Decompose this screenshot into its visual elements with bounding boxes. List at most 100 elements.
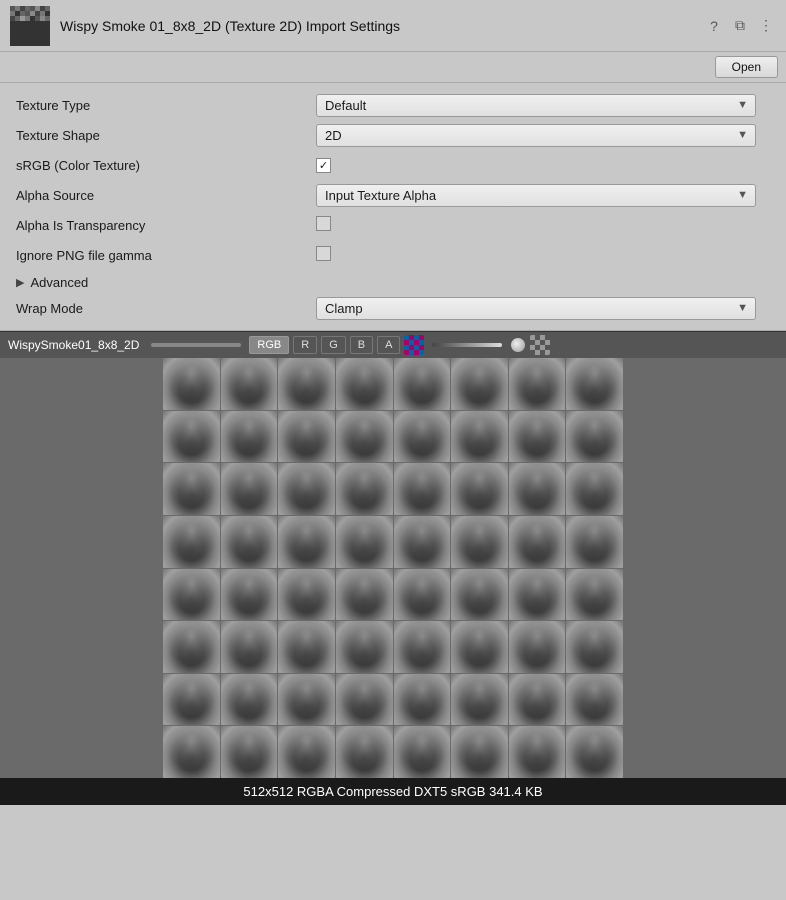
smoke-cell [163, 358, 220, 410]
alpha-source-label: Alpha Source [16, 188, 316, 203]
smoke-cell [163, 674, 220, 726]
texture-shape-control[interactable]: 2D Cube 2D Array 3D ▼ [316, 124, 756, 147]
smoke-cell [451, 516, 508, 568]
channel-r-button[interactable]: R [293, 336, 317, 354]
srgb-checkbox[interactable] [316, 158, 331, 173]
smoke-cell [221, 463, 278, 515]
smoke-cell [451, 621, 508, 673]
alpha-transparency-row: Alpha Is Transparency [16, 213, 770, 237]
texture-preview-area [0, 358, 786, 778]
exposure-slider-track[interactable] [432, 343, 502, 347]
smoke-cell [221, 411, 278, 463]
settings-sliders-icon[interactable]: ⧉ [730, 16, 750, 36]
smoke-cell [509, 411, 566, 463]
smoke-cell [278, 516, 335, 568]
smoke-cell [394, 674, 451, 726]
ignore-png-checkbox[interactable] [316, 246, 331, 261]
smoke-cell [394, 463, 451, 515]
smoke-cell [278, 621, 335, 673]
open-button[interactable]: Open [715, 56, 778, 78]
title-bar-icons: ? ⧉ ⋮ [704, 16, 776, 36]
smoke-cell [278, 358, 335, 410]
texture-shape-select[interactable]: 2D Cube 2D Array 3D [316, 124, 756, 147]
channel-rgb-button[interactable]: RGB [249, 336, 289, 354]
smoke-cell [163, 411, 220, 463]
texture-type-select[interactable]: Default Normal map Editor GUI and Legacy… [316, 94, 756, 117]
texture-shape-row: Texture Shape 2D Cube 2D Array 3D ▼ [16, 123, 770, 147]
smoke-cell [336, 726, 393, 778]
texture-type-label: Texture Type [16, 98, 316, 113]
smoke-cell [163, 621, 220, 673]
smoke-cell [509, 358, 566, 410]
texture-type-control[interactable]: Default Normal map Editor GUI and Legacy… [316, 94, 756, 117]
help-icon[interactable]: ? [704, 16, 724, 36]
advanced-section-toggle[interactable]: ▶ Advanced [16, 275, 770, 290]
alpha-transparency-label: Alpha Is Transparency [16, 218, 316, 233]
smoke-cell [566, 411, 623, 463]
alpha-transparency-checkbox[interactable] [316, 216, 331, 231]
smoke-cell [221, 569, 278, 621]
smoke-cell [163, 516, 220, 568]
smoke-cell [278, 569, 335, 621]
ignore-png-row: Ignore PNG file gamma [16, 243, 770, 267]
smoke-cell [566, 621, 623, 673]
advanced-label: Advanced [30, 275, 88, 290]
smoke-cell [451, 569, 508, 621]
texture-shape-label: Texture Shape [16, 128, 316, 143]
wrap-mode-label: Wrap Mode [16, 301, 316, 316]
smoke-cell [509, 516, 566, 568]
smoke-cell [566, 726, 623, 778]
smoke-cell [451, 463, 508, 515]
title-bar: Wispy Smoke 01_8x8_2D (Texture 2D) Impor… [0, 0, 786, 52]
smoke-cell [336, 674, 393, 726]
exposure-slider-knob[interactable] [510, 337, 526, 353]
smoke-cell [509, 726, 566, 778]
preview-toolbar: WispySmoke01_8x8_2D RGB R G B A [0, 331, 786, 358]
preview-texture-name: WispySmoke01_8x8_2D [8, 338, 139, 352]
srgb-control [316, 157, 770, 173]
smoke-cell [394, 569, 451, 621]
alpha-source-select[interactable]: Input Texture Alpha None From Gray Scale [316, 184, 756, 207]
smoke-cell [221, 358, 278, 410]
alpha-source-control[interactable]: Input Texture Alpha None From Gray Scale… [316, 184, 756, 207]
smoke-cell [509, 463, 566, 515]
wrap-mode-control[interactable]: Clamp Repeat Mirror Mirror Once ▼ [316, 297, 756, 320]
checkerboard-icon[interactable] [404, 335, 424, 355]
smoke-cell [336, 516, 393, 568]
srgb-label: sRGB (Color Texture) [16, 158, 316, 173]
smoke-cell [394, 358, 451, 410]
status-bar: 512x512 RGBA Compressed DXT5 sRGB 341.4 … [0, 778, 786, 805]
brightness-slider-track[interactable] [151, 343, 241, 347]
channel-g-button[interactable]: G [321, 336, 346, 354]
channel-a-button[interactable]: A [377, 336, 400, 354]
smoke-cell [221, 674, 278, 726]
smoke-cell [566, 674, 623, 726]
smoke-cell [394, 411, 451, 463]
smoke-cell [278, 726, 335, 778]
smoke-cell [278, 411, 335, 463]
smoke-cell [451, 726, 508, 778]
srgb-row: sRGB (Color Texture) [16, 153, 770, 177]
smoke-cell [221, 516, 278, 568]
more-options-icon[interactable]: ⋮ [756, 16, 776, 36]
smoke-cell [336, 463, 393, 515]
smoke-cell [394, 726, 451, 778]
smoke-cell [394, 621, 451, 673]
status-text: 512x512 RGBA Compressed DXT5 sRGB 341.4 … [243, 784, 542, 799]
smoke-cell [336, 411, 393, 463]
smoke-cell [509, 674, 566, 726]
alpha-transparency-control [316, 216, 770, 234]
smoke-cell [451, 674, 508, 726]
smoke-cell [336, 621, 393, 673]
advanced-arrow-icon: ▶ [16, 276, 24, 289]
window-title: Wispy Smoke 01_8x8_2D (Texture 2D) Impor… [60, 18, 694, 34]
texture-thumbnail [10, 6, 50, 46]
wrap-mode-select[interactable]: Clamp Repeat Mirror Mirror Once [316, 297, 756, 320]
ignore-png-label: Ignore PNG file gamma [16, 248, 316, 263]
smoke-cell [278, 674, 335, 726]
alpha-source-row: Alpha Source Input Texture Alpha None Fr… [16, 183, 770, 207]
smoke-cell [451, 358, 508, 410]
smoke-cell [163, 569, 220, 621]
smoke-cell [336, 358, 393, 410]
channel-b-button[interactable]: B [350, 336, 373, 354]
